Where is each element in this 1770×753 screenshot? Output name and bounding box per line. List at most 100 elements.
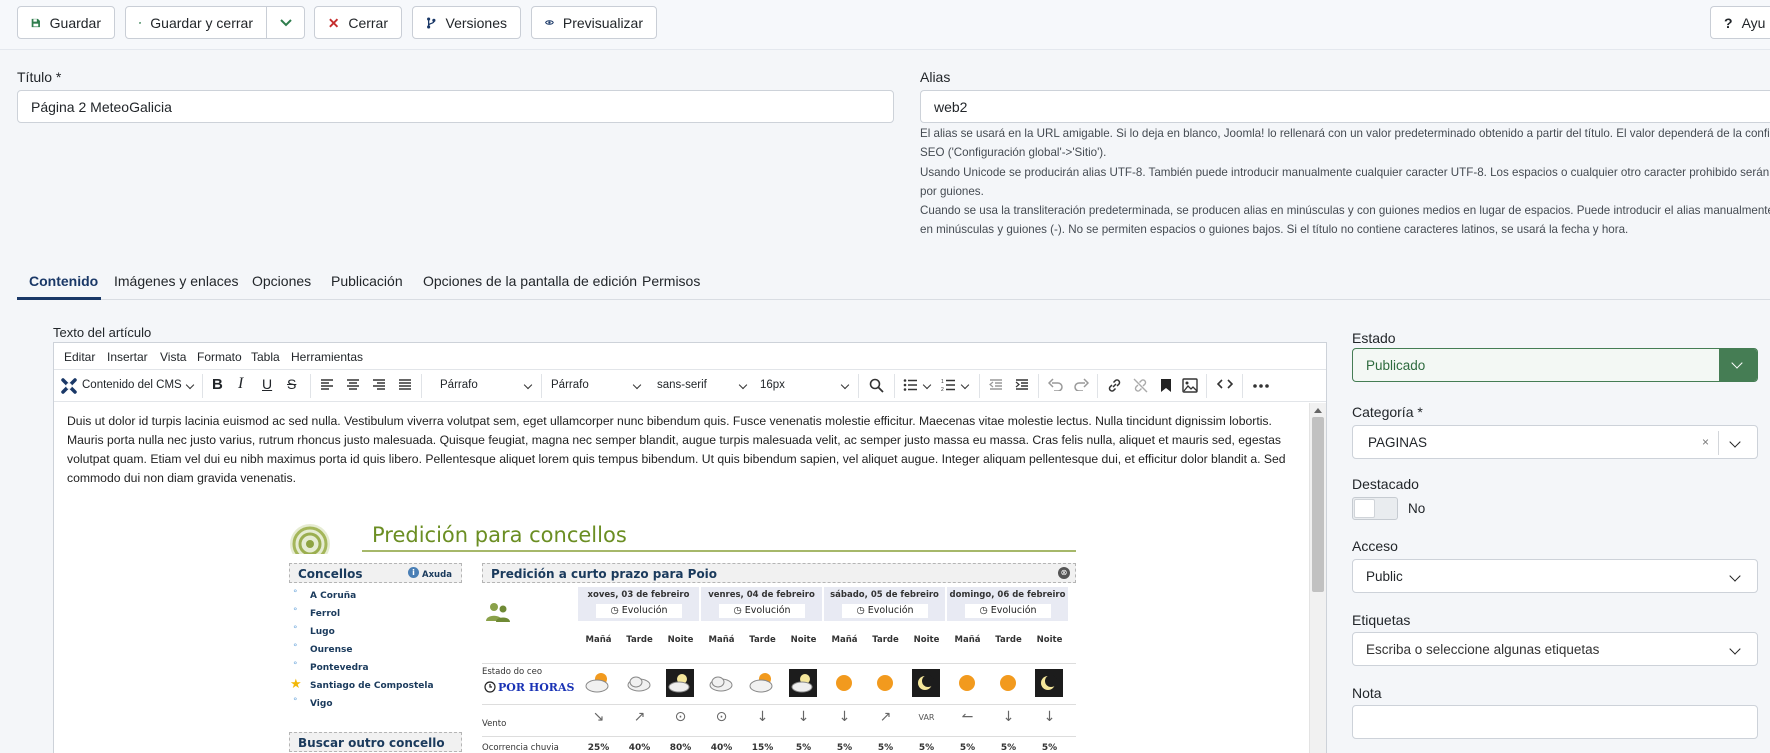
estado-select-toggle[interactable]: [1719, 349, 1757, 381]
numbered-list-icon[interactable]: 12: [941, 378, 955, 392]
evolucion-button[interactable]: ◷ Evolución: [842, 604, 928, 618]
destacado-value: No: [1408, 501, 1426, 516]
tab-imagenes-enlaces[interactable]: Imágenes y enlaces: [114, 273, 239, 289]
align-justify-icon[interactable]: [398, 378, 412, 392]
link-icon[interactable]: [1107, 378, 1122, 393]
help-button[interactable]: ? Ayu: [1710, 6, 1770, 39]
concello-item[interactable]: Vigo: [310, 699, 333, 709]
tab-permisos[interactable]: Permisos: [642, 273, 700, 289]
close-button[interactable]: Cerrar: [314, 6, 402, 39]
evolucion-button[interactable]: ◷ Evolución: [719, 604, 805, 618]
clock-icon: ◷: [733, 605, 745, 616]
bullet-icon: °: [293, 589, 298, 599]
search-icon[interactable]: [869, 378, 884, 393]
period-label: Tarde: [626, 635, 653, 645]
align-center-icon[interactable]: [346, 378, 360, 392]
menu-formato[interactable]: Formato: [197, 350, 242, 364]
etiquetas-select[interactable]: Escriba o seleccione algunas etiquetas: [1352, 632, 1758, 666]
tab-opciones[interactable]: Opciones: [252, 273, 311, 289]
cloud-sun-icon: [584, 669, 612, 697]
clock-icon: ◷: [979, 605, 991, 616]
more-icon[interactable]: [1253, 384, 1269, 388]
save-button[interactable]: Guardar: [17, 6, 115, 39]
tab-contenido[interactable]: Contenido: [29, 273, 98, 289]
concello-item[interactable]: Lugo: [310, 627, 335, 637]
unlink-icon[interactable]: [1133, 378, 1148, 393]
align-left-icon[interactable]: [320, 378, 334, 392]
menu-tabla[interactable]: Tabla: [251, 350, 280, 364]
menu-insertar[interactable]: Insertar: [107, 350, 148, 364]
menu-editar[interactable]: Editar: [64, 350, 95, 364]
period-label: Tarde: [872, 635, 899, 645]
font-family-dropdown[interactable]: sans-serif: [657, 379, 707, 391]
redo-icon[interactable]: [1074, 378, 1089, 391]
bullet-list-icon[interactable]: [903, 378, 917, 392]
acceso-select[interactable]: Public: [1352, 559, 1758, 593]
destacado-label: Destacado: [1352, 476, 1419, 492]
concello-item[interactable]: Ourense: [310, 645, 352, 655]
image-icon[interactable]: [1182, 378, 1198, 393]
menu-herramientas[interactable]: Herramientas: [291, 350, 363, 364]
destacado-toggle[interactable]: [1352, 497, 1398, 520]
italic-icon[interactable]: I: [238, 375, 243, 393]
period-label: Noite: [1036, 635, 1063, 645]
evolucion-button[interactable]: ◷ Evolución: [965, 604, 1051, 618]
estado-select[interactable]: Publicado: [1352, 348, 1758, 382]
joomla-icon[interactable]: [59, 376, 79, 396]
strikethrough-icon[interactable]: S: [287, 376, 296, 392]
outdent-icon[interactable]: [989, 378, 1003, 392]
tab-bar: Contenido Imágenes y enlaces Opciones Pu…: [17, 264, 1770, 300]
font-size-dropdown[interactable]: 16px: [760, 379, 785, 391]
vento-label: Vento: [482, 719, 507, 729]
save-close-button[interactable]: Guardar y cerrar: [125, 6, 267, 39]
etiquetas-label: Etiquetas: [1352, 612, 1411, 628]
undo-icon[interactable]: [1048, 378, 1063, 391]
period-label: Mañá: [954, 635, 981, 645]
indent-icon[interactable]: [1015, 378, 1029, 392]
underline-icon[interactable]: U: [262, 376, 272, 392]
menu-vista[interactable]: Vista: [160, 350, 186, 364]
concello-item[interactable]: A Coruña: [310, 591, 356, 601]
nota-input[interactable]: [1352, 705, 1758, 739]
versions-button[interactable]: Versiones: [412, 6, 521, 39]
title-input[interactable]: Página 2 MeteoGalicia: [17, 90, 894, 123]
save-options-dropdown[interactable]: [266, 6, 305, 39]
preview-button[interactable]: Previsualizar: [531, 6, 657, 39]
axuda-link[interactable]: Axuda: [422, 570, 452, 580]
concello-item[interactable]: Santiago de Compostela: [310, 681, 434, 691]
categoria-select[interactable]: PAGINAS ×: [1352, 425, 1758, 459]
bookmark-icon[interactable]: [1160, 378, 1172, 393]
block-format-dropdown[interactable]: Párrafo: [440, 379, 478, 391]
evolucion-label: Evolución: [621, 605, 668, 616]
tab-opciones-pantalla-edicion[interactable]: Opciones de la pantalla de edición: [423, 273, 637, 289]
editor-scrollbar[interactable]: [1309, 403, 1326, 753]
action-toolbar: Guardar Guardar y cerrar Cerrar Versione…: [0, 0, 1770, 50]
align-right-icon[interactable]: [372, 378, 386, 392]
concello-item[interactable]: Pontevedra: [310, 663, 369, 673]
wind-direction-icon: ↘: [592, 709, 605, 725]
source-code-icon[interactable]: [1217, 378, 1233, 390]
paragraph-style-dropdown[interactable]: Párrafo: [551, 379, 589, 391]
nota-label: Nota: [1352, 685, 1382, 701]
alias-input[interactable]: web2: [920, 90, 1770, 123]
editor-menubar: Editar Insertar Vista Formato Tabla Herr…: [54, 343, 1326, 370]
rain-probability: 25%: [587, 743, 610, 753]
scrollbar-thumb[interactable]: [1312, 417, 1324, 592]
tab-publicacion[interactable]: Publicación: [331, 273, 403, 289]
evolucion-button[interactable]: ◷ Evolución: [596, 604, 682, 618]
estado-label: Estado do ceo: [482, 667, 543, 677]
scroll-up-icon[interactable]: [1314, 407, 1322, 413]
wind-direction-icon: ⊙: [715, 709, 728, 725]
cms-content-dropdown[interactable]: Contenido del CMS: [82, 379, 182, 391]
period-label: Tarde: [995, 635, 1022, 645]
settings-icon[interactable]: ⊗: [1058, 567, 1070, 579]
cloud-icon: [625, 669, 653, 697]
bold-icon[interactable]: B: [212, 376, 223, 393]
day-header-label: xoves, 03 de febreiro: [587, 590, 690, 600]
concello-item[interactable]: Ferrol: [310, 609, 340, 619]
question-icon: ?: [1724, 14, 1733, 31]
clear-icon[interactable]: ×: [1702, 435, 1709, 449]
por-horas-link[interactable]: POR HORAS: [498, 681, 574, 694]
wind-direction-icon: ↓: [1002, 709, 1015, 725]
editor-toolbar: Contenido del CMS B I U S Párrafo Párraf…: [54, 370, 1326, 402]
